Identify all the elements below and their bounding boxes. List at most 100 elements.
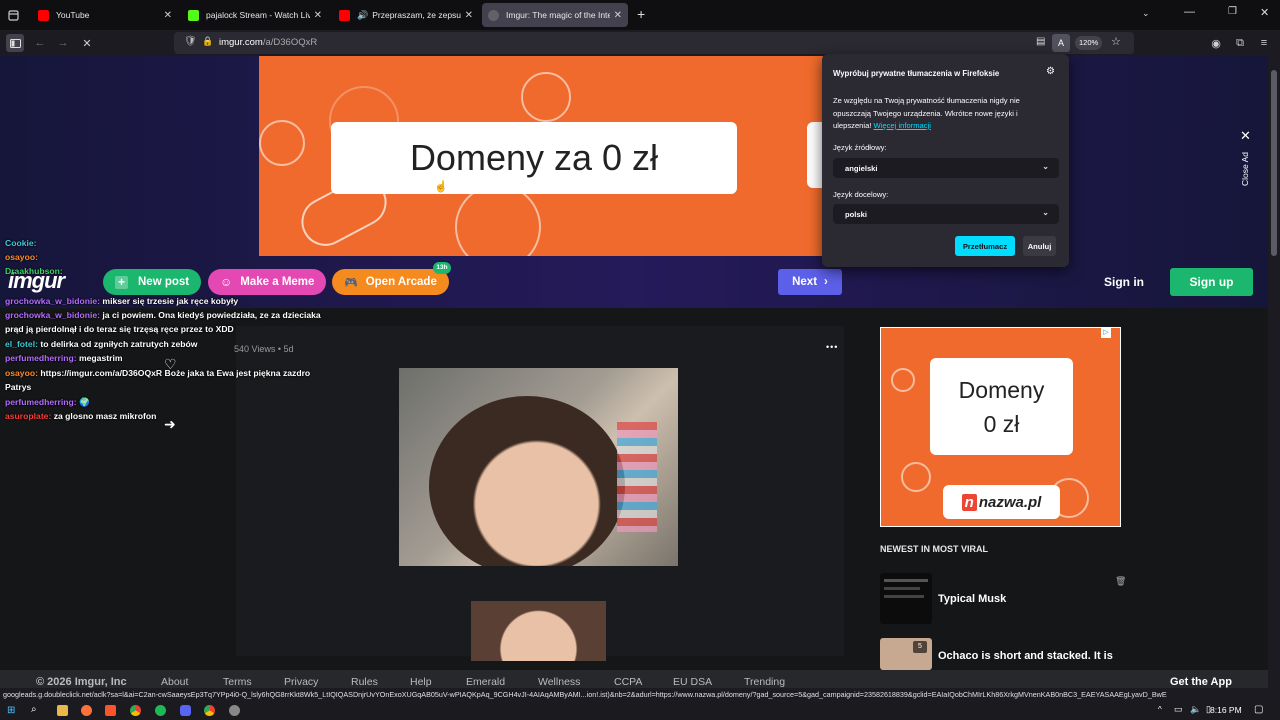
url-bar[interactable]: 🛡 🔒 imgur.com/a/D36OQxR ▤ A 120% ☆ xyxy=(174,32,1134,54)
speaker-icon[interactable]: 🔊 xyxy=(357,10,368,21)
viral-thumbnail[interactable] xyxy=(880,573,932,624)
reader-view-icon[interactable]: ▤ xyxy=(1036,36,1045,47)
tab-przepraszam[interactable]: 🔊 Przepraszam, że zepsułam ✕ xyxy=(333,3,479,27)
close-tab-icon[interactable]: ✕ xyxy=(314,10,322,21)
scrollbar[interactable] xyxy=(1268,56,1280,702)
new-tab-button[interactable]: + xyxy=(637,6,645,22)
viral-item-title[interactable]: Ochaco is short and stacked. It is xyxy=(938,650,1113,662)
translate-button[interactable]: Przetłumacz xyxy=(955,236,1015,256)
footer-link-about[interactable]: About xyxy=(161,676,188,688)
close-ad-label[interactable]: Close Ad xyxy=(1240,152,1250,186)
network-icon[interactable]: ▭ xyxy=(1174,704,1183,715)
clock[interactable]: 8:16 PM xyxy=(1210,705,1242,715)
shield-icon[interactable]: 🛡 xyxy=(184,36,197,47)
volume-icon[interactable]: 🔈 xyxy=(1190,704,1201,715)
tray-chevron-icon[interactable]: ^ xyxy=(1158,705,1162,714)
discord-icon[interactable] xyxy=(180,705,191,716)
footer-link-emerald[interactable]: Emerald xyxy=(466,676,505,688)
side-ad[interactable]: ▷ Domeny 0 zł n nazwa.pl xyxy=(880,327,1121,527)
footer-link-wellness[interactable]: Wellness xyxy=(538,676,580,688)
forward-icon[interactable]: → xyxy=(54,34,72,52)
footer-link-trending[interactable]: Trending xyxy=(744,676,785,688)
popup-title: Wypróbuj prywatne tłumaczenia w Firefoks… xyxy=(833,69,1000,78)
footer-link-eu-dsa[interactable]: EU DSA xyxy=(673,676,712,688)
make-meme-button[interactable]: ☺ Make a Meme xyxy=(208,269,327,295)
close-tab-icon[interactable]: ✕ xyxy=(164,10,172,21)
share-arrow-icon[interactable]: ➜ xyxy=(164,416,176,433)
footer-link-help[interactable]: Help xyxy=(410,676,432,688)
extensions-icon[interactable]: ⧉ xyxy=(1231,34,1249,52)
menu-icon[interactable]: ≡ xyxy=(1255,34,1273,52)
stop-loading-icon[interactable]: ✕ xyxy=(78,34,96,52)
post-image-2[interactable] xyxy=(471,601,606,661)
viral-item-title[interactable]: Typical Musk xyxy=(938,593,1006,605)
banner-ad[interactable]: Domeny za 0 zł xyxy=(259,56,823,256)
app-icon[interactable] xyxy=(229,705,240,716)
chat-message: grochowka_w_bidonie: ja ci powiem. Ona k… xyxy=(5,310,321,320)
next-button[interactable]: Next › xyxy=(778,269,842,295)
image-count-badge: 5 xyxy=(913,641,927,653)
scrollbar-thumb[interactable] xyxy=(1271,70,1277,256)
bookmark-star-icon[interactable]: ☆ xyxy=(1111,35,1121,48)
side-ad-line1: Domeny xyxy=(958,376,1045,403)
url-text[interactable]: imgur.com/a/D36OQxR xyxy=(219,37,317,48)
spotify-icon[interactable] xyxy=(155,705,166,716)
next-label: Next xyxy=(792,276,818,288)
chrome-icon[interactable] xyxy=(204,705,215,716)
close-tab-icon[interactable]: ✕ xyxy=(614,10,622,21)
footer-link-privacy[interactable]: Privacy xyxy=(284,676,318,688)
mouse-cursor-icon: ☝ xyxy=(434,181,448,193)
back-icon[interactable]: ← xyxy=(31,34,49,52)
zoom-badge[interactable]: 120% xyxy=(1075,36,1103,50)
get-app-link[interactable]: Get the App xyxy=(1170,676,1232,688)
translate-icon[interactable]: A xyxy=(1052,34,1070,52)
chrome-icon[interactable] xyxy=(130,705,141,716)
chat-message: el_fotel: to delirka od zgniłych zatruty… xyxy=(5,339,197,349)
learn-more-link[interactable]: Więcej informacji xyxy=(874,121,931,130)
chat-message: osayoo: https://imgur.com/a/D36OQxR Boże… xyxy=(5,368,310,378)
open-arcade-button[interactable]: 🎮 Open Arcade xyxy=(332,269,449,295)
more-options-icon[interactable]: ••• xyxy=(826,342,838,352)
firefox-icon[interactable] xyxy=(81,705,92,716)
tab-youtube[interactable]: YouTube ✕ xyxy=(32,3,178,27)
new-post-button[interactable]: + New post xyxy=(103,269,202,295)
footer-link-rules[interactable]: Rules xyxy=(351,676,378,688)
post-image[interactable] xyxy=(399,368,678,566)
lock-icon[interactable]: 🔒 xyxy=(202,36,213,47)
trash-icon[interactable]: 🗑 xyxy=(1115,576,1126,587)
chat-user: osayoo: xyxy=(5,368,38,378)
close-tab-icon[interactable]: ✕ xyxy=(465,10,473,21)
file-explorer-icon[interactable] xyxy=(57,705,68,716)
notifications-icon[interactable]: ▢ xyxy=(1254,704,1263,715)
adchoices-icon[interactable]: ▷ xyxy=(1101,328,1111,338)
account-icon[interactable]: ◉ xyxy=(1207,34,1225,52)
sign-in-link[interactable]: Sign in xyxy=(1104,275,1144,289)
chevron-down-icon[interactable]: ⌄ xyxy=(1142,8,1150,19)
windows-start-icon[interactable]: ⊞ xyxy=(7,705,15,716)
sign-up-button[interactable]: Sign up xyxy=(1170,268,1253,296)
target-language-select[interactable]: polski ⌄ xyxy=(833,204,1059,224)
viral-thumbnail[interactable]: 5 xyxy=(880,638,932,670)
tab-title: Przepraszam, że zepsułam xyxy=(372,10,461,20)
make-meme-label: Make a Meme xyxy=(240,276,315,288)
tab-list-icon[interactable] xyxy=(4,6,22,24)
tab-title: YouTube xyxy=(56,10,90,20)
search-icon[interactable]: ⌕ xyxy=(31,704,37,715)
cancel-button[interactable]: Anuluj xyxy=(1023,236,1056,256)
chat-message: prąd ją pierdolnął i do teraz się trzęsą… xyxy=(5,324,234,334)
minimize-icon[interactable]: — xyxy=(1184,6,1195,18)
footer-link-ccpa[interactable]: CCPA xyxy=(614,676,642,688)
footer-link-terms[interactable]: Terms xyxy=(223,676,252,688)
tab-pajalock[interactable]: pajalock Stream - Watch Live on ✕ xyxy=(182,3,328,27)
source-language-select[interactable]: angielski ⌄ xyxy=(833,158,1059,178)
loading-favicon-icon xyxy=(488,9,499,21)
settings-gear-icon[interactable]: ⚙ xyxy=(1046,66,1055,77)
brave-icon[interactable] xyxy=(105,705,116,716)
heart-icon[interactable]: ♡ xyxy=(164,356,177,373)
close-window-icon[interactable]: ✕ xyxy=(1260,6,1269,19)
sidebar-toggle-icon[interactable] xyxy=(6,34,24,52)
restore-icon[interactable]: ❐ xyxy=(1228,6,1237,17)
views-count: 540 Views xyxy=(234,344,276,354)
tab-imgur[interactable]: Imgur: The magic of the Interne ✕ xyxy=(482,3,628,27)
close-ad-icon[interactable]: ✕ xyxy=(1240,128,1251,144)
